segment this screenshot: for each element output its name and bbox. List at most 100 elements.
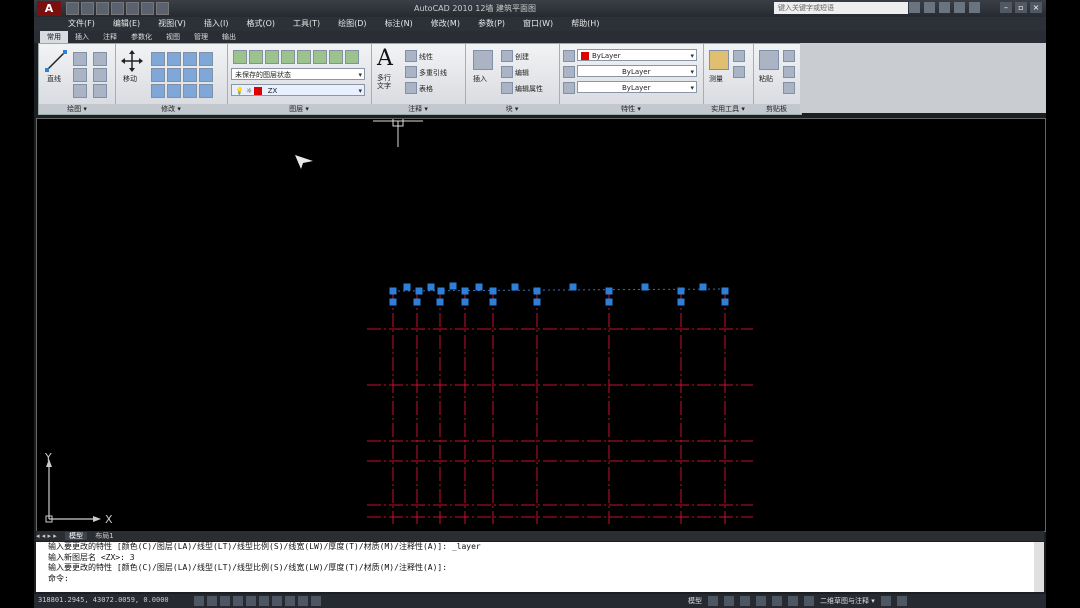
tab-nav-arrows[interactable]: ◂ ◂ ▸ ▸ (36, 532, 57, 540)
grip[interactable] (489, 298, 497, 306)
grip[interactable] (475, 283, 483, 291)
grip[interactable] (511, 283, 519, 291)
mtext-icon[interactable]: A (377, 46, 393, 71)
grip[interactable] (641, 283, 649, 291)
copy-icon[interactable] (183, 52, 197, 66)
command-scrollbar[interactable] (1034, 542, 1044, 592)
menu-modify[interactable]: 修改(M) (431, 17, 460, 31)
linear-dim-icon[interactable] (405, 50, 417, 62)
grip[interactable] (461, 287, 469, 295)
quick-calc-icon[interactable] (733, 50, 745, 62)
osnap-toggle[interactable] (246, 596, 256, 606)
rotate-icon[interactable] (151, 52, 165, 66)
insert-block-icon[interactable] (473, 50, 493, 70)
ortho-toggle[interactable] (220, 596, 230, 606)
move-icon[interactable] (121, 50, 143, 72)
save-icon[interactable] (96, 2, 109, 15)
tab-home[interactable]: 常用 (40, 31, 68, 43)
line-icon[interactable] (45, 50, 67, 72)
help-icon[interactable] (969, 2, 980, 13)
subscription-icon[interactable] (924, 2, 935, 13)
grip[interactable] (489, 287, 497, 295)
redo-icon[interactable] (126, 2, 139, 15)
layer-lock-icon[interactable] (345, 50, 359, 64)
copy-clip-icon[interactable] (783, 66, 795, 78)
new-icon[interactable] (66, 2, 79, 15)
grip[interactable] (677, 298, 685, 306)
grip[interactable] (437, 287, 445, 295)
binoculars-icon[interactable] (909, 2, 920, 13)
stretch-icon[interactable] (151, 68, 165, 82)
point-icon[interactable] (733, 66, 745, 78)
layer-state-combo[interactable]: 未保存的图层状态 (231, 68, 365, 81)
layer-combo[interactable]: 💡 ☼ ZX (231, 84, 365, 97)
tab-layout1[interactable]: 布局1 (95, 532, 113, 540)
cut-icon[interactable] (783, 50, 795, 62)
showmotion-icon[interactable] (772, 596, 782, 606)
communication-icon[interactable] (939, 2, 950, 13)
tab-annotate[interactable]: 注释 (96, 31, 124, 43)
menu-window[interactable]: 窗口(W) (523, 17, 553, 31)
undo-icon[interactable] (111, 2, 124, 15)
block-panel-title[interactable]: 块 ▾ (465, 104, 559, 114)
draw-panel-title[interactable]: 绘图 ▾ (39, 104, 115, 114)
tab-parametric[interactable]: 参数化 (124, 31, 159, 43)
trim-icon[interactable] (167, 52, 181, 66)
selection-grips[interactable] (389, 282, 729, 306)
properties-panel-title[interactable]: 特性 ▾ (559, 104, 703, 114)
plot-icon[interactable] (141, 2, 154, 15)
explode-icon[interactable] (167, 84, 181, 98)
utilities-panel-title[interactable]: 实用工具 ▾ (703, 104, 753, 114)
lineweight-toggle[interactable] (298, 596, 308, 606)
search-input[interactable]: 键入关键字或短语 (774, 2, 908, 14)
application-menu-button[interactable]: A (37, 1, 61, 16)
linetype-combo[interactable]: ByLayer (577, 65, 697, 78)
grip[interactable] (403, 283, 411, 291)
layers-panel-title[interactable]: 图层 ▾ (227, 104, 371, 114)
tab-model[interactable]: 模型 (64, 532, 87, 540)
edit-block-label[interactable]: 编辑 (515, 68, 529, 78)
grid-toggle[interactable] (207, 596, 217, 606)
mirror-icon[interactable] (199, 52, 213, 66)
extend-icon[interactable] (199, 84, 213, 98)
layer-match-icon[interactable] (297, 50, 311, 64)
grip[interactable] (721, 298, 729, 306)
edit-attr-icon[interactable] (501, 82, 513, 94)
menu-help[interactable]: 帮助(H) (571, 17, 599, 31)
rectangle-icon[interactable] (73, 84, 87, 98)
match-prop-icon[interactable] (783, 82, 795, 94)
menu-tools[interactable]: 工具(T) (293, 17, 320, 31)
grip[interactable] (677, 287, 685, 295)
circle-icon[interactable] (73, 68, 87, 82)
multileader-label[interactable]: 多重引线 (419, 68, 447, 78)
table-label[interactable]: 表格 (419, 84, 433, 94)
create-block-label[interactable]: 创建 (515, 52, 529, 62)
dropdown-icon[interactable] (156, 2, 169, 15)
arc-icon[interactable] (93, 52, 107, 66)
edit-block-icon[interactable] (501, 66, 513, 78)
grip[interactable] (533, 298, 541, 306)
menu-file[interactable]: 文件(F) (68, 17, 95, 31)
multileader-icon[interactable] (405, 66, 417, 78)
array-icon[interactable] (183, 68, 197, 82)
layer-freeze-icon[interactable] (265, 50, 279, 64)
fillet-icon[interactable] (199, 68, 213, 82)
ellipse-icon[interactable] (93, 84, 107, 98)
grip[interactable] (413, 298, 421, 306)
snap-toggle[interactable] (194, 596, 204, 606)
annotation-panel-title[interactable]: 注释 ▾ (371, 104, 465, 114)
layer-off-icon[interactable] (281, 50, 295, 64)
workspace-switch[interactable]: 二维草图与注释 ▾ (820, 596, 875, 606)
annotation-scale-icon[interactable] (788, 596, 798, 606)
menu-draw[interactable]: 绘图(D) (338, 17, 366, 31)
grip[interactable] (436, 298, 444, 306)
modify-panel-title[interactable]: 修改 ▾ (115, 104, 227, 114)
table-icon[interactable] (405, 82, 417, 94)
layer-properties-icon[interactable] (233, 50, 247, 64)
tab-view[interactable]: 视图 (159, 31, 187, 43)
grip[interactable] (699, 283, 707, 291)
open-icon[interactable] (81, 2, 94, 15)
paste-icon[interactable] (759, 50, 779, 70)
polyline-icon[interactable] (73, 52, 87, 66)
hatch-icon[interactable] (93, 68, 107, 82)
